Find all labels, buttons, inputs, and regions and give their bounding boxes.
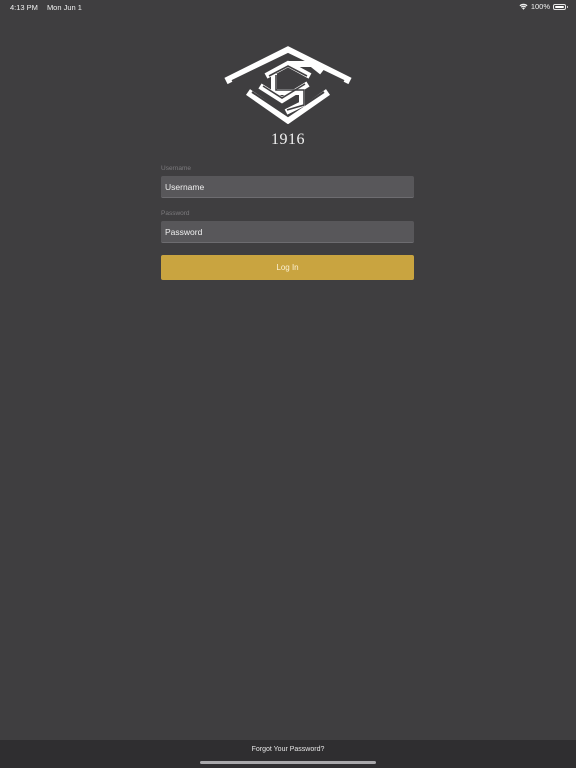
wifi-icon [519, 3, 528, 10]
password-group: Password [161, 209, 414, 243]
club-monogram-logo [224, 46, 352, 124]
forgot-password-link[interactable]: Forgot Your Password? [0, 746, 576, 753]
bottom-bar: Forgot Your Password? [0, 740, 576, 768]
battery-tip [566, 5, 568, 8]
login-form: Username Password Log In [161, 164, 414, 280]
password-input[interactable] [161, 221, 414, 243]
home-indicator[interactable] [200, 761, 376, 764]
status-date: Mon Jun 1 [46, 3, 82, 12]
status-right: 100% [519, 2, 568, 11]
status-left: 4:13 PM Mon Jun 1 [10, 3, 82, 12]
password-label: Password [161, 210, 190, 217]
username-label: Username [161, 165, 191, 172]
status-time: 4:13 PM [10, 3, 38, 12]
battery-icon [553, 3, 568, 10]
battery-percent: 100% [530, 2, 550, 11]
username-input[interactable] [161, 176, 414, 198]
battery-fill [555, 5, 564, 8]
login-button[interactable]: Log In [161, 255, 414, 280]
founding-year: 1916 [271, 131, 305, 148]
login-screen: 4:13 PM Mon Jun 1 100% 1916 Username Use… [0, 0, 576, 768]
status-bar: 4:13 PM Mon Jun 1 100% [0, 0, 576, 14]
username-group: Username [161, 164, 414, 198]
